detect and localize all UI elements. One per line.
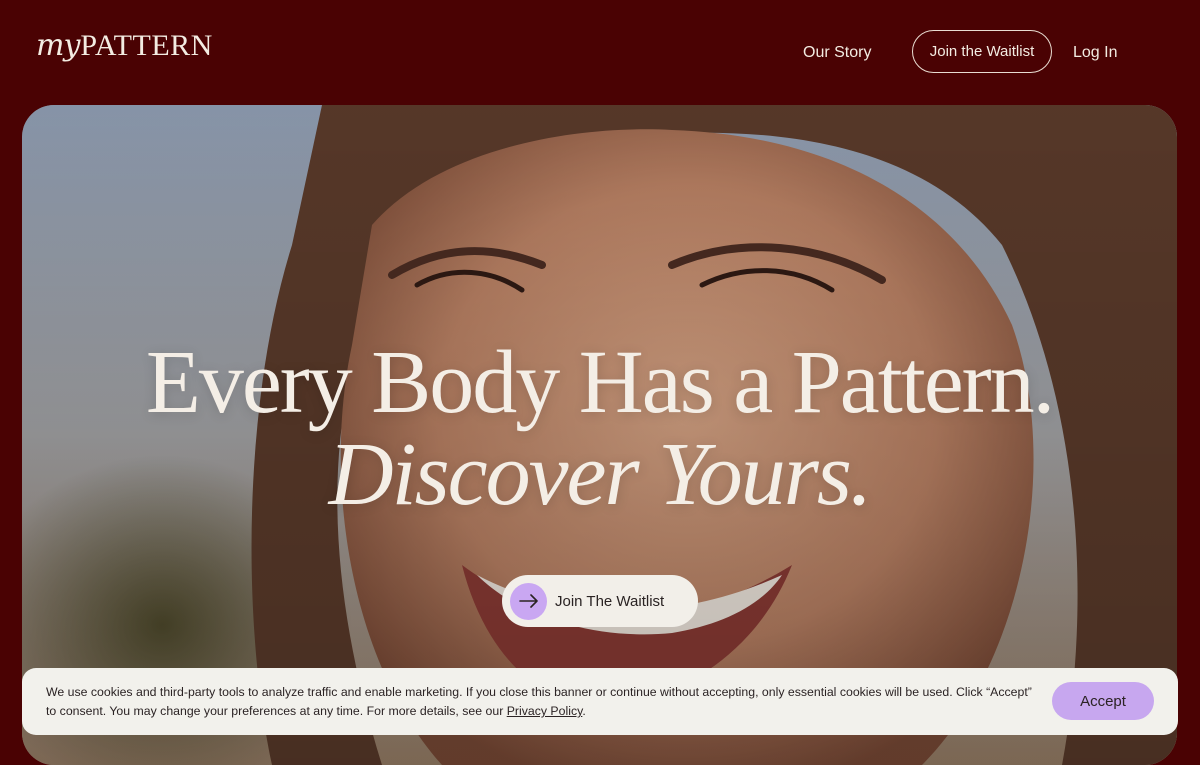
nav-join-waitlist-button[interactable]: Join the Waitlist [912, 30, 1052, 73]
nav-our-story-link[interactable]: Our Story [803, 44, 871, 62]
hero-headline-line-2: Discover Yours. [328, 425, 873, 524]
privacy-policy-link[interactable]: Privacy Policy [507, 704, 583, 718]
hero-headline-line-1: Every Body Has a Pattern. [145, 333, 1055, 432]
logo-wordmark: PATTERN [80, 29, 213, 62]
hero-cta-label: Join The Waitlist [555, 592, 665, 610]
arrow-right-icon [510, 582, 547, 620]
nav-log-in-link[interactable]: Log In [1073, 44, 1117, 62]
hero-section: Every Body Has a Pattern. Discover Yours… [22, 105, 1177, 765]
hero-headline: Every Body Has a Pattern. Discover Yours… [22, 337, 1177, 521]
brand-logo[interactable]: my PATTERN [36, 28, 213, 63]
logo-script: my [36, 28, 80, 63]
hero-join-waitlist-button[interactable]: Join The Waitlist [502, 575, 698, 627]
accept-cookies-button[interactable]: Accept [1052, 682, 1154, 720]
site-header: my PATTERN Our Story Join the Waitlist L… [0, 0, 1200, 105]
cookie-banner-text: We use cookies and third-party tools to … [46, 683, 1036, 721]
cookie-text-end: . [582, 704, 586, 718]
cookie-banner: We use cookies and third-party tools to … [22, 668, 1178, 735]
